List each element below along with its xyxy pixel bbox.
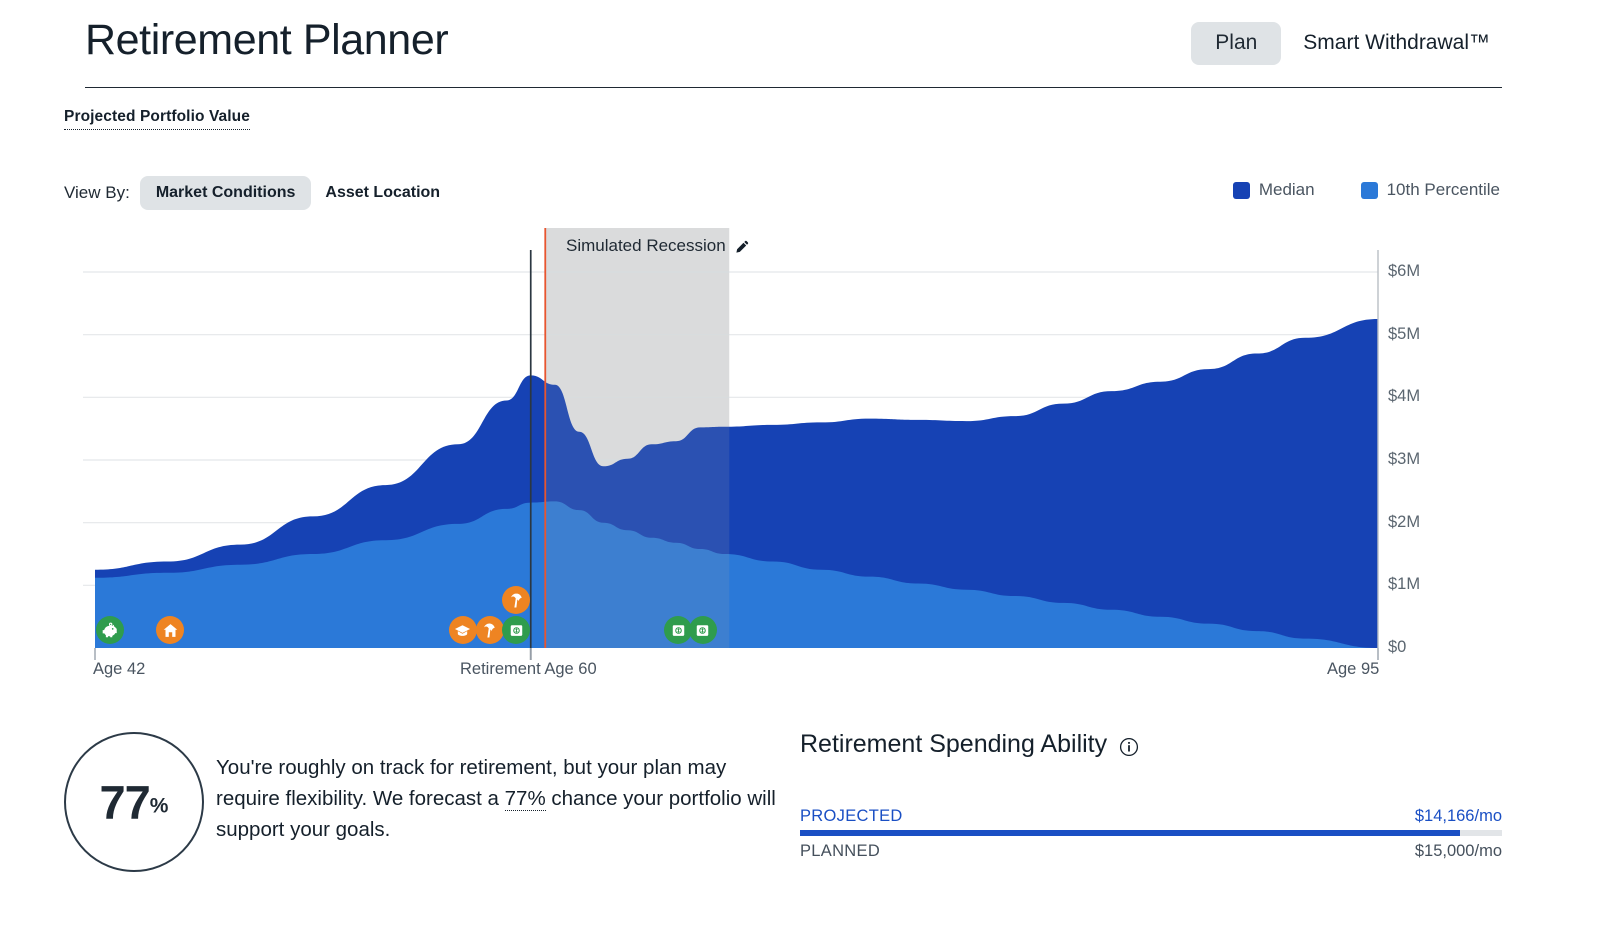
spending-fill-projected [800,830,1460,836]
money-bill-icon [510,624,522,636]
milestone-palm-tree-icon[interactable] [502,586,531,614]
section-title[interactable]: Projected Portfolio Value [64,108,250,130]
milestone-money-bill-icon[interactable] [688,616,717,644]
portfolio-area-chart[interactable] [0,228,1600,698]
segment-asset-location[interactable]: Asset Location [311,176,454,210]
recession-band-overlay [545,228,730,648]
legend-label-10th-percentile: 10th Percentile [1386,180,1500,199]
spending-title-row: Retirement Spending Ability [800,730,1502,759]
milestone-palm-tree-icon[interactable] [475,616,504,644]
score-percent-symbol: % [149,794,169,818]
tab-plan[interactable]: Plan [1191,22,1282,65]
view-by-controls: View By: Market Conditions Asset Locatio… [64,176,454,210]
app-header: Retirement Planner Plan Smart Withdrawal… [0,0,1600,89]
legend-item-median: Median [1232,180,1315,200]
spending-row-projected: PROJECTED $14,166/mo [800,807,1502,826]
house-icon [163,623,177,637]
spending-track-projected [800,830,1502,836]
tab-smart-withdrawal[interactable]: Smart Withdrawal™ [1291,22,1502,65]
spending-label-projected: PROJECTED [800,807,903,825]
spending-row-planned: PLANNED $15,000/mo [800,842,1502,861]
legend-label-median: Median [1258,180,1315,199]
y-axis-label: $2M [1388,512,1421,531]
retirement-spending-block: Retirement Spending Ability PROJECTED $1… [800,730,1502,861]
milestone-graduation-cap-icon[interactable] [448,616,477,644]
legend-swatch-median [1232,181,1250,199]
spending-label-planned: PLANNED [800,842,881,860]
piggy-bank-icon [102,622,117,637]
chart-legend: Median 10th Percentile [1232,180,1500,200]
y-axis-label: $5M [1388,324,1421,343]
x-axis-labels: Age 42 Retirement Age 60 Age 95 [0,660,1600,690]
money-bill-icon [672,624,685,636]
y-axis-label: $0 [1388,638,1407,656]
milestone-piggy-bank-icon[interactable] [95,616,124,644]
y-axis-label: $1M [1388,575,1421,594]
graduation-cap-icon [455,624,471,636]
score-description: You're roughly on track for retirement, … [216,752,776,845]
spending-rows: PROJECTED $14,166/mo PLANNED $15,000/mo [800,807,1502,861]
retirement-planner-page: Retirement Planner Plan Smart Withdrawal… [0,0,1600,927]
info-icon[interactable] [1119,735,1139,756]
palm-tree-icon [510,592,522,608]
x-label-start: Age 42 [93,660,146,678]
x-label-retirement: Retirement Age 60 [460,660,597,678]
legend-item-10th-percentile: 10th Percentile [1360,180,1500,200]
view-by-label: View By: [64,183,130,202]
palm-tree-icon [484,622,495,638]
y-axis-label: $6M [1388,262,1421,280]
money-bill-icon [696,624,709,636]
segment-market-conditions[interactable]: Market Conditions [139,176,312,210]
milestone-house-icon[interactable] [156,616,185,644]
y-axis-label: $3M [1388,450,1421,468]
confidence-score-block: 77% You're roughly on track for retireme… [64,732,784,892]
recession-label-text: Simulated Recession [566,236,726,255]
score-number: 77% [100,775,169,830]
spending-title: Retirement Spending Ability [800,730,1108,758]
legend-swatch-10th-percentile [1360,181,1378,199]
milestone-money-bill-icon[interactable] [502,616,531,644]
chart-svg [83,228,1379,660]
x-label-end: Age 95 [1327,660,1380,678]
y-axis-label: $4M [1388,387,1421,406]
spending-value-projected: $14,166/mo [1414,807,1502,825]
score-value: 77 [99,775,151,829]
pencil-icon[interactable] [735,239,749,253]
spending-value-planned: $15,000/mo [1414,842,1502,860]
top-nav: Plan Smart Withdrawal™ [1191,22,1502,65]
recession-annotation[interactable]: Simulated Recession [566,236,749,256]
page-title: Retirement Planner [85,16,449,64]
score-highlight[interactable]: 77% [504,787,546,812]
score-circle: 77% [64,732,204,872]
